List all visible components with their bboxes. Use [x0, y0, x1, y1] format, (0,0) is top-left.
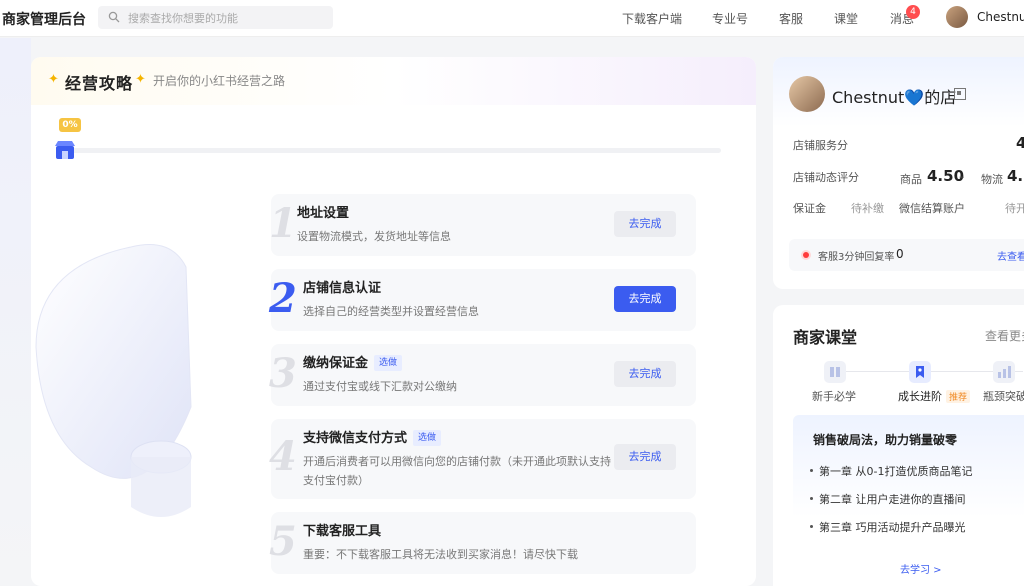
logistics-score: 4.5 [1007, 167, 1024, 185]
nav-customer-service[interactable]: 客服 [779, 10, 803, 27]
complete-button[interactable]: 去完成 [614, 286, 676, 312]
nav-classroom[interactable]: 课堂 [834, 10, 858, 27]
reply-rate-bar: 客服3分钟回复率 0 去查看 [789, 239, 1024, 271]
brand-title: 商家管理后台 [2, 12, 86, 28]
chart-icon[interactable] [993, 361, 1015, 383]
shop-icon [55, 141, 75, 159]
recommend-badge: 推荐 [946, 390, 971, 403]
message-count-badge: 4 [906, 5, 920, 19]
step-title: 缴纳保证金 选做 [303, 352, 403, 371]
step-shop-verify: 2 店铺信息认证 选择自己的经营类型并设置经营信息 去完成 [269, 269, 696, 331]
reply-rate-label: 客服3分钟回复率 [818, 252, 895, 263]
optional-tag: 选做 [374, 355, 403, 371]
goods-trend: – [959, 170, 965, 183]
decoration-illustration [35, 244, 192, 517]
progress-percent: 0% [59, 118, 81, 132]
deposit-label: 保证金 [793, 202, 826, 215]
logistics-label: 物流 [981, 173, 1003, 186]
course-card: 商家课堂 查看更多 新手必学 成长进阶推荐 瓶颈突破 销售破局法，助力销量破零 … [773, 305, 1024, 586]
nav-pro-account[interactable]: 专业号 [712, 10, 748, 27]
complete-button[interactable]: 去完成 [614, 361, 676, 387]
course-box-title: 销售破局法，助力销量破零 [813, 433, 958, 447]
step-address: 1 地址设置 设置物流模式，发货地址等信息 去完成 [269, 194, 696, 256]
goods-label: 商品 [900, 173, 922, 186]
course-box: 销售破局法，助力销量破零 第一章 从0-1打造优质商品笔记 第二章 让用户走进你… [793, 415, 1024, 586]
chapter-item[interactable]: 第二章 让用户走进你的直播间 [810, 491, 966, 507]
chapter-item[interactable]: 第三章 巧用活动提升产品曝光 [810, 519, 966, 535]
wechat-account-label: 微信结算账户 [899, 202, 965, 215]
step-number: 5 [269, 518, 297, 565]
qrcode-icon[interactable] [954, 88, 966, 100]
search-input[interactable]: 搜索查找你想要的功能 [128, 10, 238, 26]
step-number: 2 [269, 275, 297, 322]
progress-bar [57, 148, 721, 153]
step-deposit: 3 缴纳保证金 选做 通过支付宝或线下汇款对公缴纳 去完成 [269, 344, 696, 406]
shop-card: Chestnut💙的店 店铺服务分 4 店铺动态评分 商品 4.50 – 物流 … [773, 57, 1024, 289]
wechat-account-status[interactable]: 待开 [1005, 200, 1024, 216]
tab-breakthrough[interactable]: 瓶颈突破 [983, 388, 1024, 404]
service-score-label: 店铺服务分 [793, 139, 848, 152]
step-wechat-pay: 4 支持微信支付方式 选做 开通后消费者可以用微信向您的店铺付款（未开通此项默认支… [269, 419, 696, 499]
step-title: 地址设置 [297, 206, 350, 221]
tab-beginner[interactable]: 新手必学 [812, 388, 856, 404]
username[interactable]: Chestnut [977, 10, 1024, 24]
tab-growth-label: 成长进阶 [898, 390, 942, 403]
complete-button[interactable]: 去完成 [614, 444, 676, 470]
reply-rate-value: 0 [896, 247, 904, 261]
alert-dot-icon [803, 252, 809, 258]
step-desc: 通过支付宝或线下汇款对公缴纳 [303, 380, 457, 393]
step-desc: 重要：不下载客服工具将无法收到买家消息！请尽快下载 [303, 548, 578, 561]
step-title: 下载客服工具 [303, 524, 382, 539]
step-number: 1 [269, 200, 297, 247]
step-desc: 设置物流模式，发货地址等信息 [297, 230, 451, 243]
view-more-link[interactable]: 查看更多 [985, 327, 1024, 344]
step-title-text: 支持微信支付方式 [303, 431, 408, 446]
optional-tag: 选做 [413, 430, 442, 446]
complete-button[interactable]: 去完成 [614, 211, 676, 237]
search-icon [108, 11, 120, 23]
sparkle-icon: ✦ [135, 72, 146, 87]
step-number: 3 [269, 350, 297, 397]
search-bar[interactable]: 搜索查找你想要的功能 [98, 6, 333, 29]
left-decoration [0, 38, 31, 586]
deposit-status[interactable]: 待补缴 [851, 200, 884, 216]
tab-growth[interactable]: 成长进阶 推荐 [898, 388, 971, 404]
service-score-value: 4 [1016, 134, 1024, 152]
guide-title: 经营攻略 [65, 74, 134, 93]
nav-download-client[interactable]: 下载客户端 [622, 10, 682, 27]
course-title: 商家课堂 [793, 328, 858, 347]
book-icon[interactable] [824, 361, 846, 383]
learn-link[interactable]: 去学习 > [900, 561, 942, 576]
step-desc: 选择自己的经营类型并设置经营信息 [303, 305, 479, 318]
guide-subtitle: 开启你的小红书经营之路 [153, 74, 286, 88]
user-avatar[interactable] [946, 6, 968, 28]
step-title-text: 缴纳保证金 [303, 356, 369, 371]
rating-label: 店铺动态评分 [793, 171, 859, 184]
guide-card: ✦ 经营攻略 ✦ 开启你的小红书经营之路 0% 1 地址设置 设置物流模式，发货… [31, 57, 756, 586]
chapter-item[interactable]: 第一章 从0-1打造优质商品笔记 [809, 463, 972, 479]
view-link[interactable]: 去查看 [997, 248, 1024, 263]
shop-name: Chestnut💙的店 [832, 88, 957, 107]
top-bar: 商家管理后台 搜索查找你想要的功能 下载客户端 专业号 客服 课堂 消息 4 C… [0, 0, 1024, 37]
step-number: 4 [269, 433, 297, 480]
shop-avatar[interactable] [789, 76, 825, 112]
step-desc: 开通后消费者可以用微信向您的店铺付款（未开通此项默认支持支付宝付款） [303, 455, 611, 487]
step-title: 店铺信息认证 [303, 281, 382, 296]
step-title: 支持微信支付方式 选做 [303, 427, 442, 446]
sparkle-icon: ✦ [48, 72, 59, 87]
step-download-tool: 5 下载客服工具 重要：不下载客服工具将无法收到买家消息！请尽快下载 [269, 512, 696, 574]
bookmark-icon[interactable] [909, 361, 931, 383]
